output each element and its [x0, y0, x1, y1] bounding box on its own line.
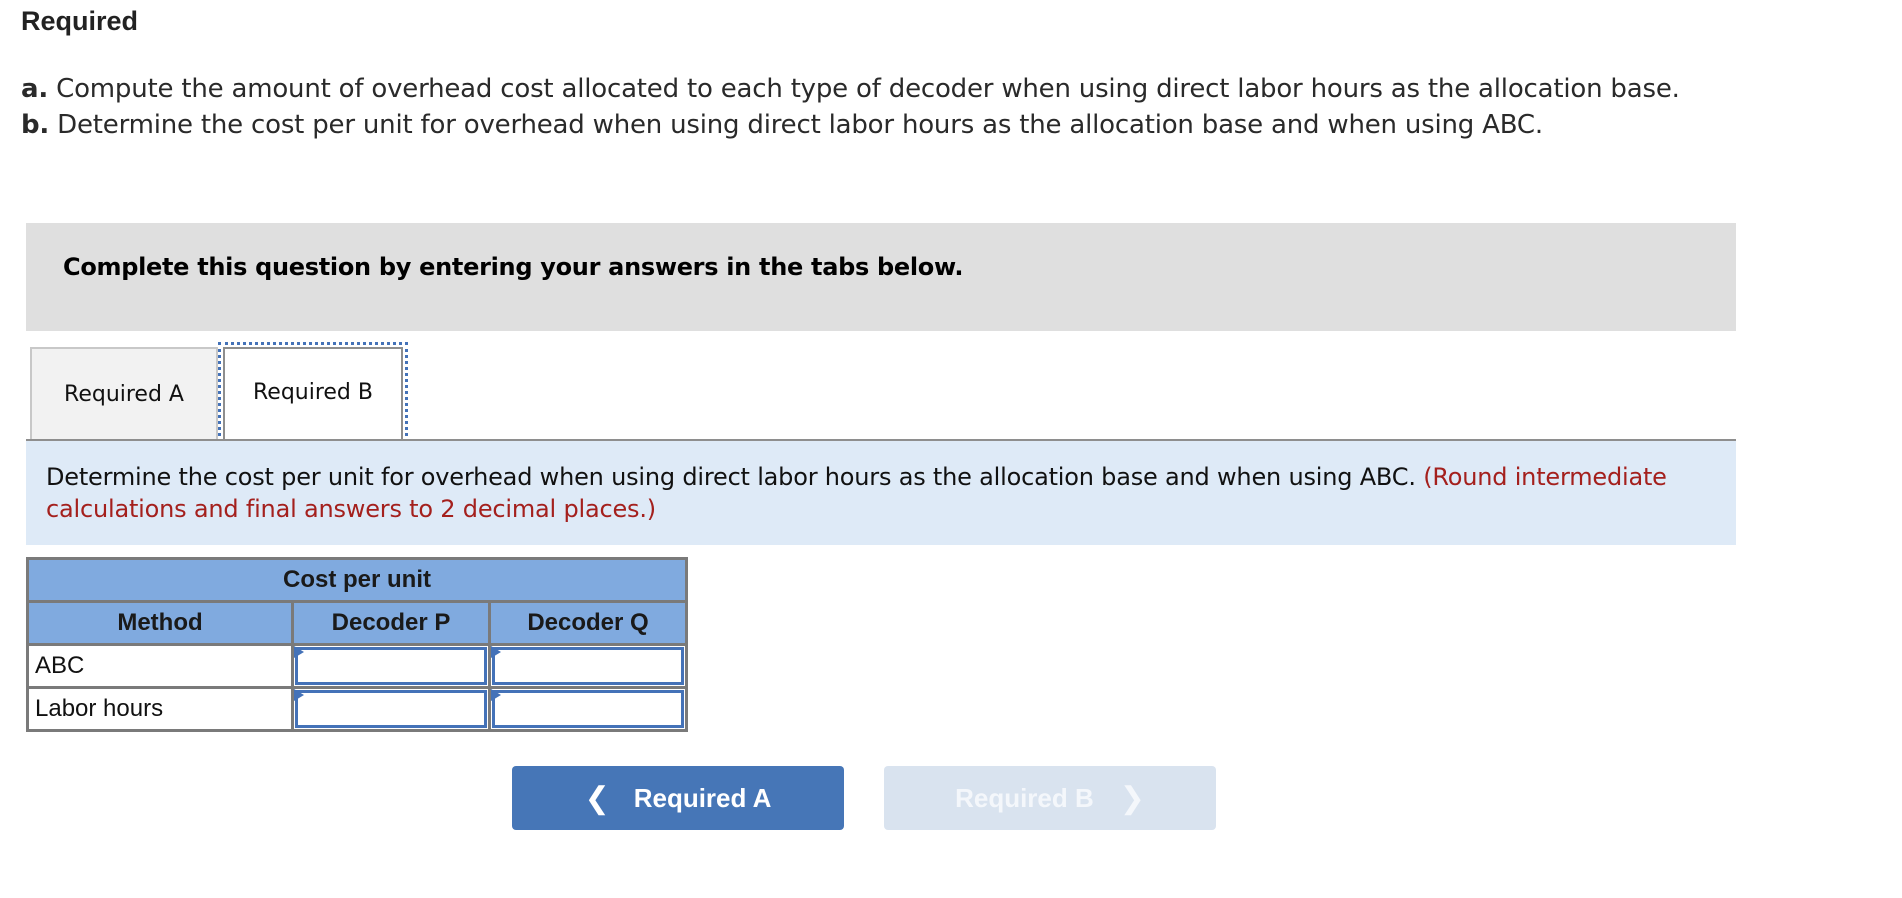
labor-hours-decoder-p-cell — [291, 686, 491, 732]
row-label-labor-hours: Labor hours — [26, 686, 294, 732]
previous-button-label: Required A — [633, 782, 772, 813]
input-flag-icon — [294, 646, 304, 658]
table-row: ABC — [26, 643, 688, 689]
table-header-row: Method Decoder P Decoder Q — [26, 600, 688, 646]
prompt-main: Determine the cost per unit for overhead… — [46, 463, 1424, 491]
group-header-cost-per-unit: Cost per unit — [26, 557, 688, 603]
column-header-method: Method — [26, 600, 294, 646]
table-row: Labor hours — [26, 686, 688, 732]
column-header-decoder-p: Decoder P — [291, 600, 491, 646]
input-flag-icon — [294, 689, 304, 701]
required-heading: Required — [21, 6, 139, 36]
requirement-a: a. Compute the amount of overhead cost a… — [21, 74, 1680, 104]
tab-required-b-label: Required B — [252, 379, 373, 405]
prompt-text: Determine the cost per unit for overhead… — [46, 461, 1726, 525]
tab-bar: Required A Required B — [26, 342, 1736, 442]
row-label-abc: ABC — [26, 643, 294, 689]
labor-hours-decoder-q-input[interactable] — [492, 690, 684, 728]
tab-required-b[interactable]: Required B — [218, 342, 408, 442]
abc-decoder-p-input[interactable] — [295, 647, 487, 685]
requirement-a-text: Compute the amount of overhead cost allo… — [56, 74, 1680, 104]
next-required-b-button[interactable]: Required B ❯ — [884, 766, 1216, 830]
tab-required-a[interactable]: Required A — [30, 347, 218, 439]
abc-decoder-q-cell — [488, 643, 688, 689]
abc-decoder-p-cell — [291, 643, 491, 689]
next-button-label: Required B — [955, 782, 1094, 813]
column-header-decoder-q: Decoder Q — [488, 600, 688, 646]
question-prompt: Determine the cost per unit for overhead… — [26, 441, 1736, 545]
table-group-header-row: Cost per unit — [26, 557, 688, 603]
requirement-a-label: a. — [21, 74, 49, 104]
chevron-left-icon: ❮ — [584, 781, 610, 815]
previous-required-a-button[interactable]: ❮ Required A — [512, 766, 844, 830]
cost-per-unit-table: Cost per unit Method Decoder P Decoder Q… — [26, 557, 688, 732]
requirement-b-label: b. — [21, 110, 50, 140]
abc-decoder-q-input[interactable] — [492, 647, 684, 685]
labor-hours-decoder-q-cell — [488, 686, 688, 732]
requirement-b-text: Determine the cost per unit for overhead… — [57, 110, 1543, 140]
labor-hours-decoder-p-input[interactable] — [295, 690, 487, 728]
requirement-b: b. Determine the cost per unit for overh… — [21, 110, 1543, 140]
input-flag-icon — [491, 646, 501, 658]
input-flag-icon — [491, 689, 501, 701]
instruction-banner: Complete this question by entering your … — [26, 223, 1736, 331]
tab-required-a-label: Required A — [64, 381, 184, 407]
chevron-right-icon: ❯ — [1119, 781, 1145, 815]
instruction-text: Complete this question by entering your … — [63, 253, 964, 281]
